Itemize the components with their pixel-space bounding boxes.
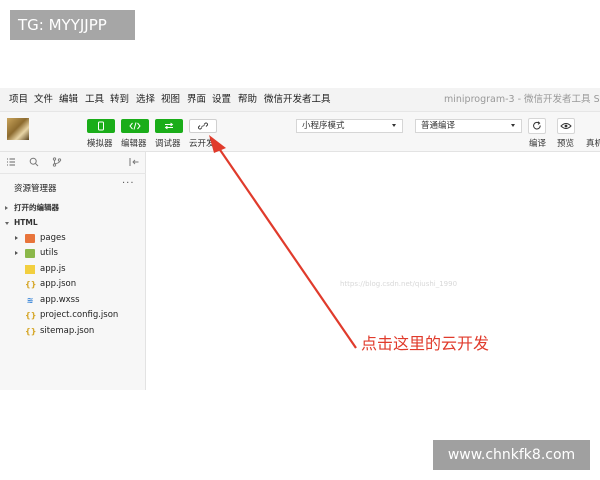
menu-help[interactable]: 帮助 xyxy=(238,88,257,112)
menu-select[interactable]: 选择 xyxy=(136,88,155,112)
more-icon[interactable]: ··· xyxy=(122,178,135,189)
chevron-down-icon xyxy=(392,124,396,127)
refresh-icon xyxy=(533,121,541,130)
window-title: miniprogram-3 - 微信开发者工具 Stable xyxy=(444,94,600,105)
menu-view[interactable]: 视图 xyxy=(161,88,180,112)
project-section-label: HTML xyxy=(14,218,38,227)
compile-select-value: 普通编译 xyxy=(421,121,456,131)
project-section[interactable]: HTML xyxy=(0,216,146,230)
preview-label: 预览 xyxy=(557,139,575,149)
tree-item-project-config[interactable]: {} project.config.json xyxy=(0,308,146,323)
wxss-file-icon: ≋ xyxy=(26,296,34,305)
chevron-down-icon xyxy=(511,124,515,127)
open-editors-section[interactable]: 打开的编辑器 xyxy=(0,201,146,215)
simulator-button[interactable] xyxy=(87,119,115,133)
screenshot-stage: TG: MYYJJPP 项目 文件 编辑 工具 转到 选择 视图 界面 设置 帮… xyxy=(0,0,600,480)
faint-url-watermark: https://blog.csdn.net/qiushi_1990 xyxy=(340,280,458,288)
eye-icon xyxy=(560,123,572,129)
collapse-panel-icon[interactable] xyxy=(129,157,140,167)
explorer-sidebar: 资源管理器 ··· 打开的编辑器 HTML pages utils app.js… xyxy=(0,152,146,390)
toolbar: 模拟器 编辑器 调试器 云开发 小程序模式 普通编译 编译 预览 真机 xyxy=(0,112,600,152)
menu-interface[interactable]: 界面 xyxy=(187,88,206,112)
tree-item-utils[interactable]: utils xyxy=(0,246,146,261)
json-file-icon: {} xyxy=(25,280,37,289)
editor-button[interactable] xyxy=(121,119,149,133)
chevron-down-icon xyxy=(5,222,9,225)
tree-item-pages[interactable]: pages xyxy=(0,231,146,246)
compile-button[interactable] xyxy=(528,118,546,134)
code-icon xyxy=(129,122,141,130)
real-device-label[interactable]: 真机 xyxy=(586,137,600,149)
menu-settings[interactable]: 设置 xyxy=(212,88,231,112)
debugger-label: 调试器 xyxy=(155,139,181,149)
debug-icon xyxy=(164,122,174,130)
list-icon[interactable] xyxy=(6,157,16,167)
editor-label: 编辑器 xyxy=(121,139,147,149)
preview-button[interactable] xyxy=(557,118,575,134)
wechat-devtools-window: 项目 文件 编辑 工具 转到 选择 视图 界面 设置 帮助 微信开发者工具 mi… xyxy=(0,88,600,390)
cloud-dev-button[interactable] xyxy=(189,119,217,133)
tree-item-app-json[interactable]: {} app.json xyxy=(0,277,146,292)
phone-icon xyxy=(98,121,104,131)
git-branch-icon[interactable] xyxy=(52,157,62,167)
mode-select-value: 小程序模式 xyxy=(302,121,345,131)
json-file-icon: {} xyxy=(25,327,37,336)
menu-file[interactable]: 文件 xyxy=(34,88,53,112)
folder-icon xyxy=(25,234,35,243)
open-editors-label: 打开的编辑器 xyxy=(14,203,59,212)
search-icon[interactable] xyxy=(29,157,39,167)
compile-label: 编译 xyxy=(529,139,547,149)
cloud-dev-label: 云开发 xyxy=(189,139,215,149)
chevron-right-icon xyxy=(15,236,18,240)
menu-goto[interactable]: 转到 xyxy=(110,88,129,112)
editor-area[interactable] xyxy=(147,152,600,390)
menu-project[interactable]: 项目 xyxy=(9,88,28,112)
simulator-label: 模拟器 xyxy=(87,139,113,149)
mode-select[interactable]: 小程序模式 xyxy=(296,119,403,133)
sidebar-toolbar xyxy=(0,152,146,174)
chevron-right-icon xyxy=(15,251,18,255)
menu-bar: 项目 文件 编辑 工具 转到 选择 视图 界面 设置 帮助 微信开发者工具 mi… xyxy=(0,88,600,112)
chevron-right-icon xyxy=(5,206,8,210)
menu-edit[interactable]: 编辑 xyxy=(59,88,78,112)
tree-item-app-wxss[interactable]: ≋ app.wxss xyxy=(0,293,146,308)
avatar[interactable] xyxy=(7,118,29,140)
tree-item-app-js[interactable]: app.js xyxy=(0,262,146,277)
explorer-title: 资源管理器 xyxy=(14,184,57,194)
watermark-bottom: www.chnkfk8.com xyxy=(433,440,590,470)
tree-item-sitemap[interactable]: {} sitemap.json xyxy=(0,324,146,339)
debugger-button[interactable] xyxy=(155,119,183,133)
annotation-text: 点击这里的云开发 xyxy=(361,334,490,353)
js-file-icon xyxy=(25,265,35,274)
menu-wechat-devtools[interactable]: 微信开发者工具 xyxy=(264,88,331,112)
folder-icon xyxy=(25,249,35,258)
compile-select[interactable]: 普通编译 xyxy=(415,119,522,133)
cloud-link-icon xyxy=(198,122,208,130)
watermark-top: TG: MYYJJPP xyxy=(10,10,135,40)
menu-tools[interactable]: 工具 xyxy=(85,88,104,112)
json-file-icon: {} xyxy=(25,311,37,320)
